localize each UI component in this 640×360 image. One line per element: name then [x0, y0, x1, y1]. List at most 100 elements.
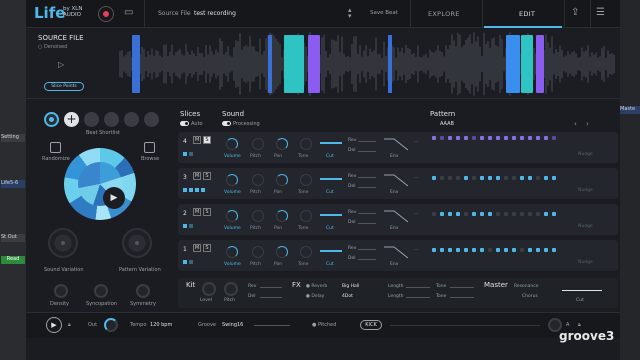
density-knob[interactable] [54, 284, 68, 298]
lock-icon[interactable]: 🔒︎ [68, 322, 71, 328]
slice-chip[interactable] [189, 224, 193, 228]
step-cell[interactable] [552, 176, 556, 180]
step-cell[interactable] [448, 248, 452, 252]
browse-icon[interactable] [144, 142, 155, 153]
sound-knob-tone[interactable] [300, 246, 312, 258]
del-send-slider[interactable] [358, 187, 376, 188]
step-cell[interactable] [488, 212, 492, 216]
reverb-type-select[interactable]: Big Hall [342, 284, 359, 289]
sound-knob-pitch[interactable] [252, 210, 264, 222]
slice-track-row[interactable]: 4 M S Volume Pitch Pan Tone Cut Rev Del Env — Nudge [178, 132, 618, 163]
delay-type-select[interactable]: 4Dot [342, 294, 353, 299]
step-cell[interactable] [504, 212, 508, 216]
tab-edit[interactable]: EDIT [519, 10, 535, 18]
pattern-prev-icon[interactable]: ‹ [574, 120, 577, 128]
source-waveform[interactable] [118, 29, 618, 99]
step-cell[interactable] [528, 136, 532, 140]
kick-button[interactable]: KICK [360, 320, 382, 330]
step-cell[interactable] [520, 176, 524, 180]
step-cell[interactable] [544, 248, 548, 252]
auto-toggle[interactable] [180, 121, 189, 126]
step-cell[interactable] [440, 176, 444, 180]
step-cell[interactable] [512, 212, 516, 216]
master-cut-slider[interactable] [562, 290, 602, 291]
menu-icon[interactable]: ☰ [596, 7, 605, 18]
source-play-icon[interactable]: ▷ [58, 60, 64, 69]
del-send-slider[interactable] [358, 259, 376, 260]
cut-slider[interactable] [320, 250, 342, 252]
slice-points-button[interactable]: Slice Points [44, 82, 84, 91]
slice-track-row[interactable]: 3 M S Volume Pitch Pan Tone Cut Rev Del Env — Nudge [178, 168, 618, 199]
sound-knob-pitch[interactable] [252, 246, 264, 258]
delay-toggle[interactable]: ● Delay [306, 294, 324, 299]
step-sequencer[interactable] [432, 248, 562, 264]
rev-send-slider[interactable] [358, 213, 376, 214]
sound-knob-tone[interactable] [300, 210, 312, 222]
cut-slider[interactable] [320, 214, 342, 216]
step-cell[interactable] [456, 248, 460, 252]
step-cell[interactable] [448, 176, 452, 180]
source-file-selector[interactable]: test recording [194, 10, 236, 17]
kit-pitch-knob[interactable] [224, 282, 238, 296]
envelope-graph[interactable] [382, 172, 410, 188]
sound-knob-pan[interactable] [276, 138, 288, 150]
beat-slot[interactable] [84, 112, 99, 127]
syncopation-knob[interactable] [94, 284, 108, 298]
symmetry-knob[interactable] [136, 284, 150, 298]
step-cell[interactable] [480, 176, 484, 180]
sound-knob-pitch[interactable] [252, 174, 264, 186]
solo-button[interactable]: S [203, 172, 211, 180]
save-icon[interactable]: ▭ [124, 7, 133, 18]
kit-rev-slider[interactable] [260, 287, 282, 288]
step-cell[interactable] [440, 248, 444, 252]
slice-chip[interactable] [201, 188, 205, 192]
step-cell[interactable] [552, 212, 556, 216]
step-cell[interactable] [472, 212, 476, 216]
sound-knob-pan[interactable] [276, 174, 288, 186]
step-cell[interactable] [464, 248, 468, 252]
step-cell[interactable] [472, 248, 476, 252]
step-cell[interactable] [512, 176, 516, 180]
reverb-length-slider[interactable] [406, 287, 430, 288]
host-track-name[interactable]: Life5-6 [1, 180, 25, 188]
slice-track-row[interactable]: 1 M S Volume Pitch Pan Tone Cut Rev Del Env — Nudge [178, 240, 618, 271]
sound-knob-pan[interactable] [276, 210, 288, 222]
beat-slot[interactable] [104, 112, 119, 127]
host-output[interactable]: St Out [1, 234, 25, 242]
sound-variation-knob[interactable] [48, 228, 78, 258]
randomize-icon[interactable] [50, 142, 61, 153]
delay-tone-slider[interactable] [450, 297, 474, 298]
step-cell[interactable] [432, 212, 436, 216]
step-cell[interactable] [464, 212, 468, 216]
step-sequencer[interactable] [432, 212, 562, 228]
step-sequencer[interactable] [432, 136, 562, 156]
sound-knob-tone[interactable] [300, 138, 312, 150]
step-cell[interactable] [472, 136, 476, 140]
step-cell[interactable] [480, 248, 484, 252]
host-master[interactable]: Maste [620, 106, 640, 114]
sound-knob-volume[interactable] [226, 246, 238, 258]
step-cell[interactable] [432, 136, 436, 140]
rev-send-slider[interactable] [358, 249, 376, 250]
step-cell[interactable] [520, 248, 524, 252]
play-icon[interactable]: ▶ [103, 187, 125, 209]
envelope-graph[interactable] [382, 244, 410, 260]
slice-chip[interactable] [183, 188, 187, 192]
reverb-tone-slider[interactable] [450, 287, 474, 288]
beat-slot[interactable] [124, 112, 139, 127]
slice-chip[interactable] [189, 152, 193, 156]
slice-chip[interactable] [183, 152, 187, 156]
del-send-slider[interactable] [358, 223, 376, 224]
step-cell[interactable] [432, 248, 436, 252]
step-cell[interactable] [536, 136, 540, 140]
pattern-variation-knob[interactable] [122, 228, 152, 258]
envelope-graph[interactable] [382, 208, 410, 224]
step-cell[interactable] [536, 176, 540, 180]
step-cell[interactable] [456, 136, 460, 140]
step-cell[interactable] [496, 136, 500, 140]
mute-button[interactable]: M [193, 172, 201, 180]
del-send-slider[interactable] [358, 151, 376, 152]
share-icon[interactable]: ⇪ [571, 7, 579, 18]
slice-chip[interactable] [195, 188, 199, 192]
step-cell[interactable] [488, 136, 492, 140]
